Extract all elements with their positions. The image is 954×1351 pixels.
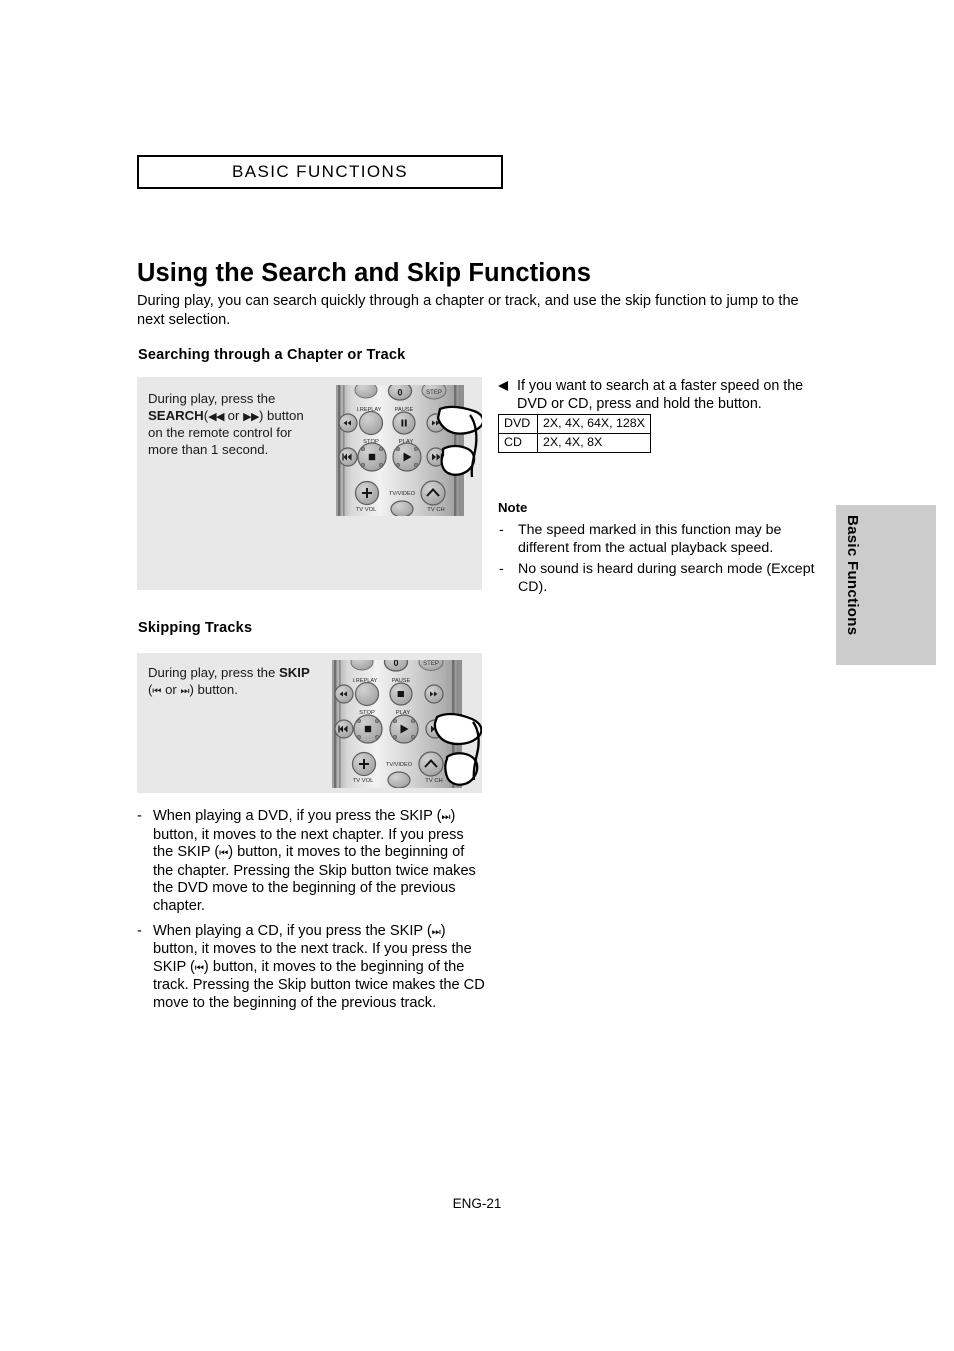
search-instruction-line1: During play, press the	[148, 391, 276, 406]
svg-text:TV VOL: TV VOL	[353, 778, 374, 784]
chapter-title: BASIC FUNCTIONS	[232, 162, 408, 181]
page-number: ENG-21	[452, 1196, 502, 1211]
arrow-left-icon	[498, 381, 508, 391]
table-row: CD 2X, 4X, 8X	[498, 433, 651, 453]
page-title: Using the Search and Skip Functions	[137, 259, 592, 288]
or-text: or	[224, 407, 244, 423]
side-tab-label: Basic Functions	[844, 515, 861, 636]
skip-note-dash: -	[137, 922, 142, 939]
skip-note-part1: When playing a DVD, if you press the SKI…	[153, 808, 442, 824]
svg-text:TV CH: TV CH	[425, 778, 442, 784]
skip-next-icon: ⏭	[441, 812, 451, 823]
chapter-header-box: BASIC FUNCTIONS	[137, 155, 503, 189]
remote-control-illustration-search: 0 STEP I.REPLAY PAUSE STOP PLAY TV/VIDEO…	[322, 385, 482, 516]
skip-note-item: - When playing a DVD, if you press the SK…	[137, 808, 485, 916]
section-heading-search: Searching through a Chapter or Track	[138, 347, 406, 363]
intro-paragraph: During play, you can search quickly thro…	[137, 292, 799, 328]
table-cell-speeds: 2X, 4X, 8X	[537, 433, 651, 453]
note-item-text: The speed marked in this function may be…	[518, 522, 782, 556]
table-cell-speeds: 2X, 4X, 64X, 128X	[537, 414, 651, 434]
skip-instruction-suffix: ) button.	[189, 681, 238, 697]
svg-text:STEP: STEP	[426, 390, 442, 396]
svg-text:0: 0	[397, 388, 402, 398]
paren-close-button: ) button	[259, 407, 304, 423]
svg-text:TV CH: TV CH	[427, 507, 444, 513]
side-tab-basic-functions: Basic Functions	[836, 505, 936, 665]
search-panel-instruction: During play, press the SEARCH(◀◀ or ▶▶) …	[148, 391, 323, 458]
note-item: - The speed marked in this function may …	[498, 522, 818, 557]
note-dash: -	[499, 561, 504, 577]
table-row: DVD 2X, 4X, 64X, 128X	[498, 414, 651, 434]
remote-control-illustration-skip: 0 STEP I.REPLAY PAUSE STOP PLAY TV/VIDEO…	[318, 660, 482, 788]
rewind-icon: ◀◀	[208, 409, 225, 423]
skip-instruction-prefix: During play, press the	[148, 665, 279, 680]
note-block: Note - The speed marked in this function…	[498, 500, 818, 600]
search-speed-callout: If you want to search at a faster speed …	[498, 377, 810, 413]
skip-next-icon: ⏭	[431, 926, 441, 938]
svg-text:TV/VIDEO: TV/VIDEO	[389, 491, 416, 497]
skip-note-item: - When playing a CD, if you press the SKI…	[137, 923, 485, 1013]
table-cell-media: DVD	[498, 414, 538, 434]
skip-previous-icon: ⏮	[219, 848, 229, 860]
skip-note-dash: -	[137, 808, 142, 824]
skip-note-part1: When playing a CD, if you press the SKIP…	[153, 922, 432, 939]
skip-panel-instruction: During play, press the SKIP (⏮ or ⏭) but…	[148, 665, 333, 700]
fast-forward-icon: ▶▶	[243, 409, 259, 423]
search-instruction-line4: more than 1 second.	[148, 441, 269, 457]
note-title: Note	[498, 500, 528, 515]
skip-notes-list: - When playing a DVD, if you press the SK…	[137, 808, 485, 1020]
search-speed-table: DVD 2X, 4X, 64X, 128X CD 2X, 4X, 8X	[498, 414, 651, 453]
or-text: or	[161, 681, 181, 697]
skip-keyword-bold: SKIP	[278, 665, 310, 680]
svg-text:0: 0	[393, 660, 398, 668]
note-dash: -	[499, 522, 504, 538]
note-item-text: No sound is heard during search mode (Ex…	[518, 561, 815, 595]
section-heading-skip: Skipping Tracks	[138, 620, 253, 636]
skip-previous-icon: ⏮	[194, 962, 204, 974]
svg-text:TV/VIDEO: TV/VIDEO	[386, 762, 413, 768]
note-item: - No sound is heard during search mode (…	[498, 561, 818, 596]
svg-text:TV VOL: TV VOL	[356, 507, 377, 513]
callout-text: If you want to search at a faster speed …	[517, 378, 804, 412]
search-instruction-line3: on the remote control for	[148, 425, 292, 440]
table-cell-media: CD	[498, 433, 538, 453]
svg-text:STEP: STEP	[423, 661, 439, 667]
search-keyword-bold: SEARCH	[148, 407, 204, 423]
